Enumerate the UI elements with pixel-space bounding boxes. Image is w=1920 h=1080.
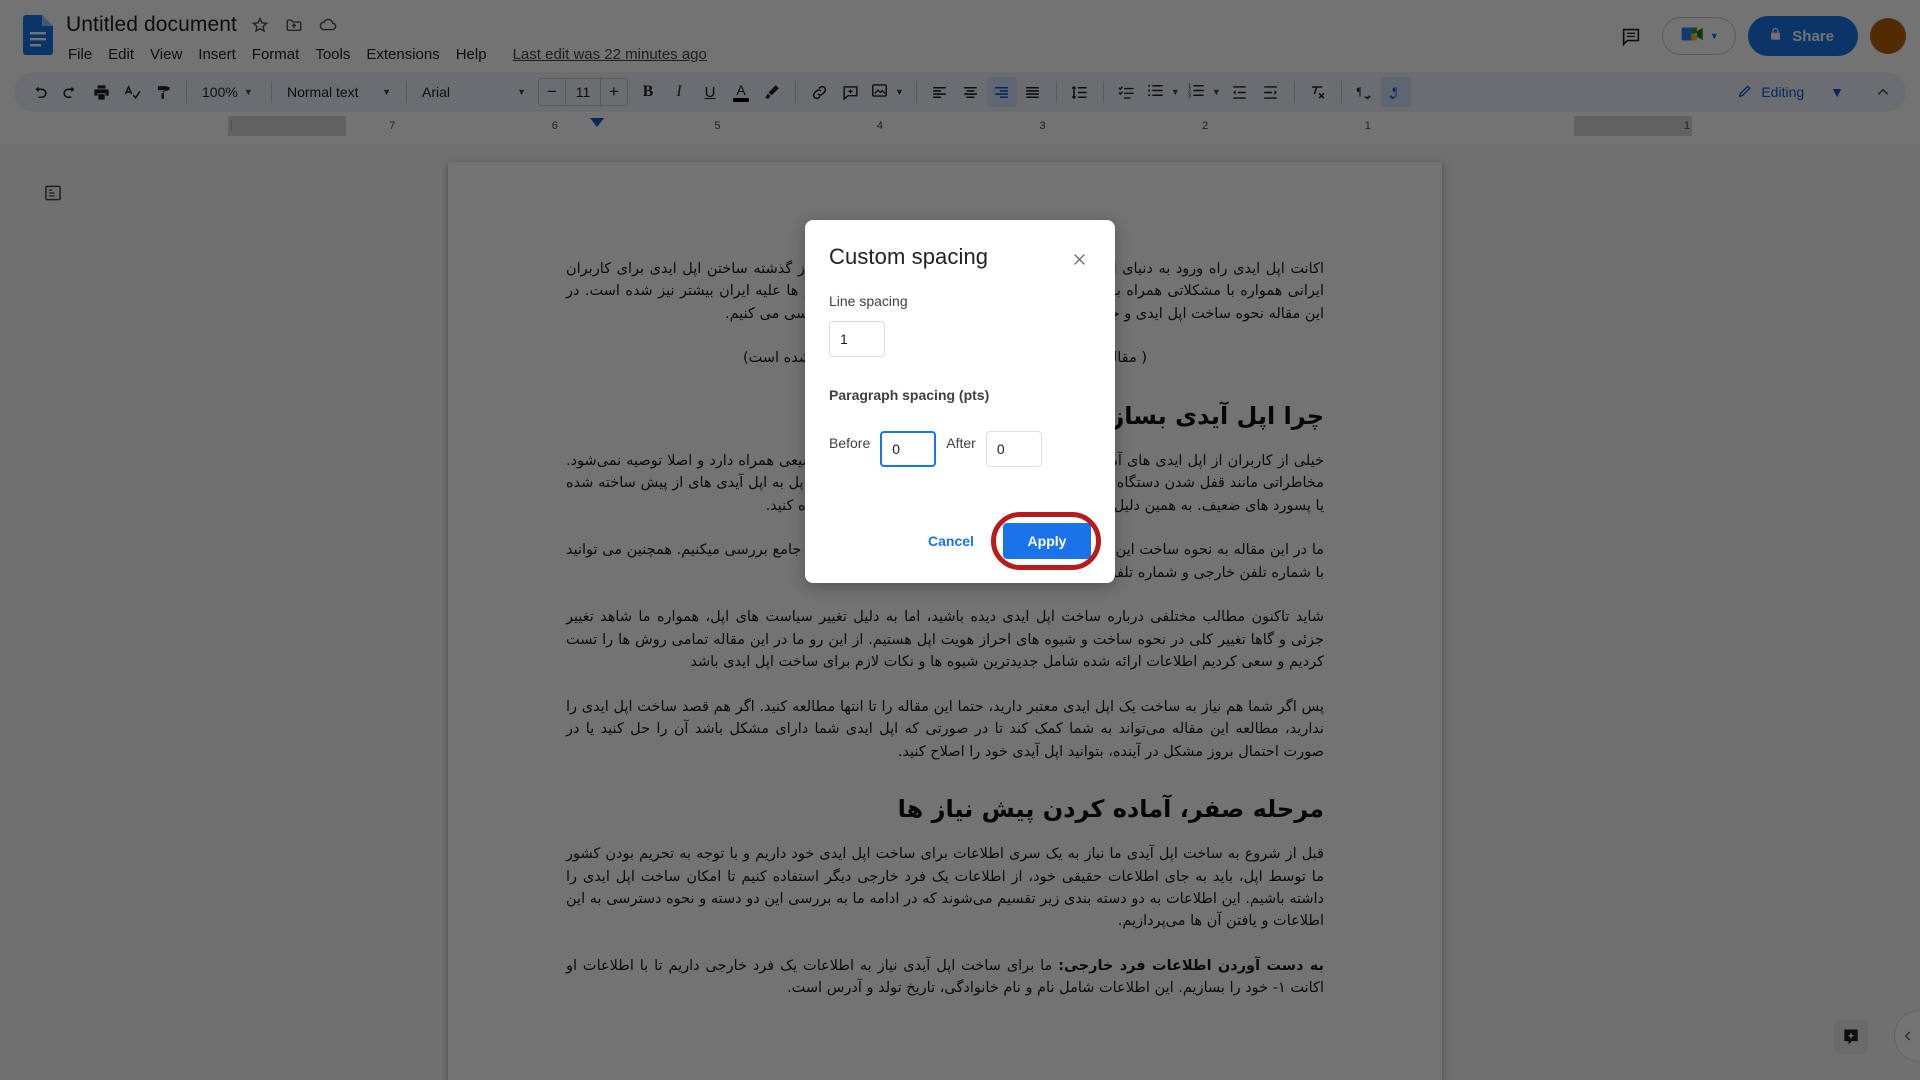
line-spacing-input[interactable] [829,321,885,357]
line-spacing-label: Line spacing [829,293,908,309]
paragraph-spacing-row: Before After [829,419,1091,467]
before-label: Before [829,435,871,451]
dialog-title: Custom spacing [829,244,989,269]
after-input[interactable] [985,431,1042,467]
paragraph-spacing-label: Paragraph spacing (pts) [829,387,990,403]
dialog-actions: Cancel Apply [829,512,1101,570]
custom-spacing-dialog: Custom spacing Line spacing Paragraph sp… [805,220,1115,583]
apply-button[interactable]: Apply [1003,523,1091,559]
before-input[interactable] [880,431,937,467]
dialog-header: Custom spacing [829,244,1091,271]
cancel-button[interactable]: Cancel [907,523,995,559]
after-label: After [946,435,976,451]
close-icon[interactable] [1067,247,1091,271]
